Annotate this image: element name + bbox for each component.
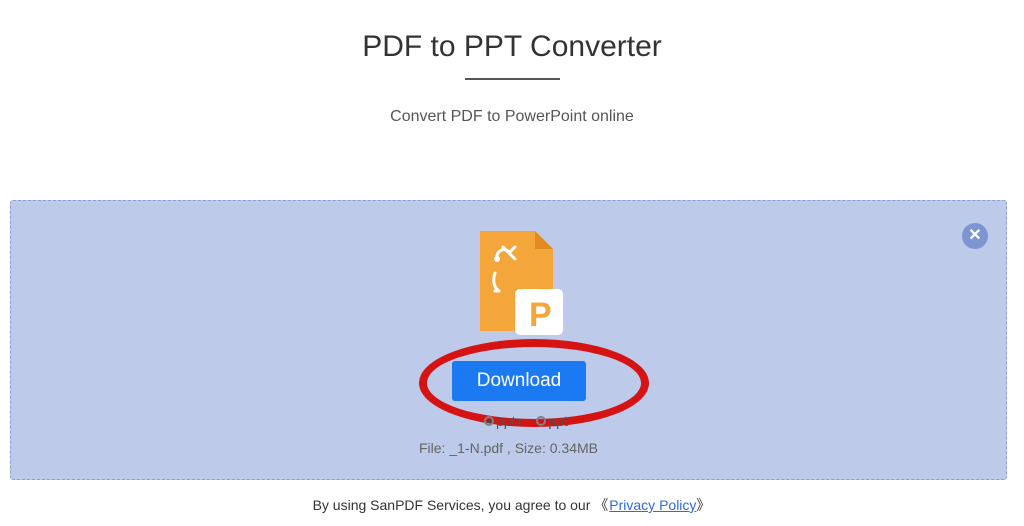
privacy-policy-link[interactable]: Privacy Policy (609, 497, 696, 513)
page-subtitle: Convert PDF to PowerPoint online (0, 108, 1024, 126)
radio-icon (536, 416, 546, 426)
format-label: ppt (548, 413, 567, 429)
footer-text: By using SanPDF Services, you agree to o… (0, 495, 1024, 515)
pdf-to-ppt-icon: P (475, 229, 571, 339)
radio-icon (484, 416, 494, 426)
page-title: PDF to PPT Converter (0, 30, 1024, 64)
close-button[interactable]: ✕ (962, 223, 988, 249)
converter-dropzone[interactable]: ✕ P Download pptx ppt File: _1-N.pdf , (10, 200, 1007, 480)
format-label: pptx (496, 413, 522, 429)
title-underline (465, 78, 560, 80)
svg-text:P: P (529, 296, 552, 334)
close-icon: ✕ (968, 228, 981, 244)
download-button[interactable]: Download (452, 361, 586, 401)
file-info: File: _1-N.pdf , Size: 0.34MB (11, 440, 1006, 456)
format-option-pptx[interactable]: pptx (484, 413, 522, 429)
format-option-ppt[interactable]: ppt (536, 413, 567, 429)
format-radio-group: pptx ppt (484, 413, 578, 429)
